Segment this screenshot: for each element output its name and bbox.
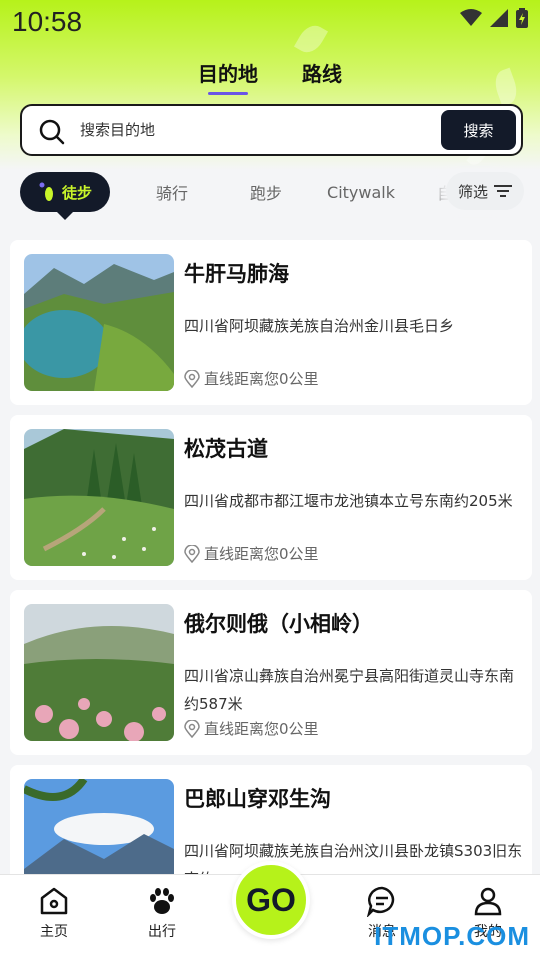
destination-photo — [24, 604, 174, 741]
distance-text: 直线距离您0公里 — [204, 545, 319, 563]
paw-icon — [150, 888, 174, 914]
destination-card[interactable]: 俄尔则俄（小相岭） 四川省凉山彝族自治州冕宁县高阳街道灵山寺东南约587米 直线… — [10, 590, 532, 755]
destination-distance: 直线距离您0公里 — [184, 718, 319, 739]
destination-photo — [24, 254, 174, 391]
wifi-icon — [460, 9, 482, 26]
chip-running[interactable]: 跑步 — [224, 172, 308, 212]
search-button[interactable]: 搜索 — [441, 110, 516, 150]
nav-trip-label: 出行 — [148, 924, 176, 940]
destination-title: 松茂古道 — [184, 437, 268, 461]
destination-card[interactable]: 松茂古道 四川省成都市都江堰市龙池镇本立号东南约205米 直线距离您0公里 — [10, 415, 532, 580]
destination-title: 巴郎山穿邓生沟 — [184, 787, 331, 811]
watermark: ITMOP.COM — [374, 921, 530, 951]
destination-address: 四川省凉山彝族自治州冕宁县高阳街道灵山寺东南约587米 — [184, 667, 515, 713]
search-bar: 搜索 — [20, 104, 523, 156]
destination-address: 四川省成都市都江堰市龙池镇本立号东南约205米 — [184, 492, 513, 510]
filter-button[interactable]: 筛选 — [446, 172, 524, 210]
nav-trip[interactable]: 出行 — [122, 885, 202, 941]
nav-home-label: 主页 — [40, 924, 68, 940]
distance-text: 直线距离您0公里 — [204, 370, 319, 388]
status-icons — [460, 8, 528, 28]
battery-icon — [516, 8, 528, 28]
location-pin-icon — [184, 369, 200, 388]
status-bar: 10:58 — [0, 0, 540, 48]
search-input[interactable] — [80, 118, 380, 142]
destination-address: 四川省阿坝藏族羌族自治州金川县毛日乡 — [184, 317, 455, 335]
category-chips: 徒步 骑行 跑步 Citywalk 自 筛选 — [0, 172, 540, 220]
tab-route[interactable]: 路线 — [302, 58, 342, 87]
location-pin-icon — [184, 719, 200, 738]
destination-title: 牛肝马肺海 — [184, 262, 289, 286]
destination-card[interactable]: 牛肝马肺海 四川省阿坝藏族羌族自治州金川县毛日乡 直线距离您0公里 — [10, 240, 532, 405]
signal-icon — [490, 9, 508, 27]
destination-title: 俄尔则俄（小相岭） — [184, 612, 373, 636]
bottom-nav: 主页 出行 GO 消息 我的 ITMOP.COM — [0, 861, 540, 960]
home-icon — [40, 887, 68, 915]
chip-hiking[interactable]: 徒步 — [20, 172, 110, 220]
filter-label: 筛选 — [457, 182, 488, 201]
footprint-icon — [39, 182, 53, 201]
chip-hiking-label: 徒步 — [61, 183, 92, 202]
nav-home[interactable]: 主页 — [14, 885, 94, 941]
destination-distance: 直线距离您0公里 — [184, 368, 319, 389]
tab-destination[interactable]: 目的地 — [198, 58, 258, 95]
user-icon — [474, 887, 502, 916]
chip-cycling[interactable]: 骑行 — [130, 172, 214, 212]
message-icon — [366, 886, 395, 917]
destination-distance: 直线距离您0公里 — [184, 543, 319, 564]
top-tabs: 目的地 路线 — [0, 58, 540, 95]
distance-text: 直线距离您0公里 — [204, 720, 319, 738]
chip-citywalk[interactable]: Citywalk — [318, 172, 404, 212]
destination-photo — [24, 429, 174, 566]
go-button[interactable]: GO — [232, 861, 310, 939]
location-pin-icon — [184, 544, 200, 563]
destination-list: 牛肝马肺海 四川省阿坝藏族羌族自治州金川县毛日乡 直线距离您0公里 松茂古道 四… — [10, 240, 532, 940]
search-icon — [39, 119, 65, 145]
status-time: 10:58 — [12, 6, 83, 37]
filter-icon — [494, 185, 512, 197]
